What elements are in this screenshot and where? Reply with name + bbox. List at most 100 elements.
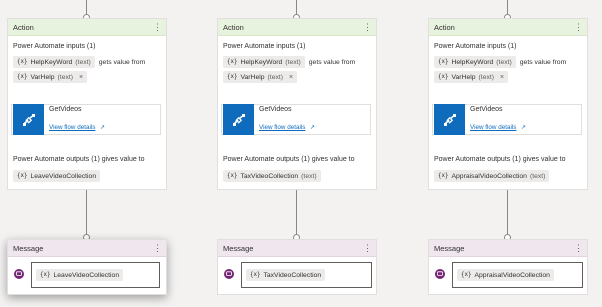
message-node[interactable]: Message ⋮ {x} LeaveVideoCollection xyxy=(7,239,167,295)
action-header: Action ⋮ xyxy=(8,19,166,36)
connector-middle xyxy=(507,190,508,238)
input-variable-type: (text) xyxy=(496,58,512,66)
variable-icon: {x} xyxy=(461,272,472,278)
gets-value-from-label: gets value from xyxy=(308,58,356,66)
source-variable-name: VarHelp xyxy=(30,73,55,81)
more-options-icon[interactable]: ⋮ xyxy=(574,22,583,32)
more-options-icon[interactable]: ⋮ xyxy=(153,243,162,253)
message-text-box[interactable]: {x} AppraisalVideoCollection xyxy=(452,262,583,288)
message-variable-chip[interactable]: {x} AppraisalVideoCollection xyxy=(457,269,554,281)
action-title: Action xyxy=(13,22,34,32)
open-external-icon: ↗ xyxy=(309,124,315,131)
message-node[interactable]: Message ⋮ {x} AppraisalVideoCollection xyxy=(428,239,588,295)
remove-icon[interactable]: × xyxy=(289,74,293,81)
message-header: Message ⋮ xyxy=(8,240,166,257)
output-variable-type: (text) xyxy=(301,172,317,180)
action-header: Action ⋮ xyxy=(429,19,587,36)
connector-middle xyxy=(86,190,87,238)
message-header: Message ⋮ xyxy=(429,240,587,257)
input-variable-chip[interactable]: {x} HelpKeyWord (text) xyxy=(223,56,305,68)
flow-name: GetVideos xyxy=(470,105,503,113)
view-flow-details-link[interactable]: View flow details xyxy=(259,124,305,131)
chat-message-icon xyxy=(435,269,445,279)
variable-icon: {x} xyxy=(17,74,28,80)
output-variable-chip[interactable]: {x} LeaveVideoCollection xyxy=(13,170,101,182)
source-variable-name: VarHelp xyxy=(240,73,265,81)
output-variable-name: LeaveVideoCollection xyxy=(30,172,97,180)
connector-middle xyxy=(296,190,297,238)
outputs-label: Power Automate outputs (1) gives value t… xyxy=(434,156,566,163)
power-automate-flow-icon xyxy=(13,104,44,135)
input-variable-chip[interactable]: {x} HelpKeyWord (text) xyxy=(434,56,516,68)
output-variable-type: (text) xyxy=(529,172,546,180)
gets-value-from-label: gets value from xyxy=(98,58,146,66)
input-variable-chip[interactable]: {x} HelpKeyWord (text) xyxy=(13,56,95,68)
variable-icon: {x} xyxy=(17,59,28,65)
message-variable-chip[interactable]: {x} LeaveVideoCollection xyxy=(36,269,124,281)
flow-name: GetVideos xyxy=(259,105,292,113)
inputs-label: Power Automate inputs (1) xyxy=(13,43,96,50)
action-header: Action ⋮ xyxy=(218,19,376,36)
variable-icon: {x} xyxy=(227,173,238,179)
chat-message-icon xyxy=(14,269,24,279)
action-title: Action xyxy=(434,22,455,32)
action-title: Action xyxy=(223,22,244,32)
message-title: Message xyxy=(13,243,44,253)
open-external-icon: ↗ xyxy=(520,124,526,131)
input-variable-type: (text) xyxy=(75,58,91,66)
view-flow-details-link[interactable]: View flow details xyxy=(470,124,516,131)
message-title: Message xyxy=(434,243,465,253)
output-variable-name: AppraisalVideoCollection xyxy=(451,172,527,180)
source-variable-type: (text) xyxy=(57,73,74,81)
flow-card[interactable]: GetVideos View flow details ↗ xyxy=(221,104,371,135)
power-automate-flow-icon xyxy=(223,104,254,135)
more-options-icon[interactable]: ⋮ xyxy=(363,243,372,253)
output-variable-chip[interactable]: {x} AppraisalVideoCollection (text) xyxy=(434,170,550,182)
variable-icon: {x} xyxy=(17,173,28,179)
open-external-icon: ↗ xyxy=(99,124,105,131)
remove-icon[interactable]: × xyxy=(79,74,83,81)
source-variable-name: VarHelp xyxy=(451,73,476,81)
chat-message-icon xyxy=(224,269,234,279)
variable-icon: {x} xyxy=(438,74,449,80)
message-header: Message ⋮ xyxy=(218,240,376,257)
input-variable-name: HelpKeyWord xyxy=(240,58,283,66)
source-variable-type: (text) xyxy=(478,73,495,81)
message-variable-chip[interactable]: {x} TaxVideoCollection xyxy=(246,269,326,281)
flow-card[interactable]: GetVideos View flow details ↗ xyxy=(11,104,161,135)
source-variable-type: (text) xyxy=(267,73,284,81)
variable-icon: {x} xyxy=(438,59,449,65)
inputs-label: Power Automate inputs (1) xyxy=(434,43,517,50)
message-text-box[interactable]: {x} LeaveVideoCollection xyxy=(31,262,160,288)
source-variable-chip[interactable]: {x} VarHelp (text) × xyxy=(13,71,88,83)
more-options-icon[interactable]: ⋮ xyxy=(574,243,583,253)
input-variable-name: HelpKeyWord xyxy=(451,58,494,66)
source-variable-chip[interactable]: {x} VarHelp (text) × xyxy=(223,71,298,83)
inputs-label: Power Automate inputs (1) xyxy=(223,43,306,50)
power-automate-flow-icon xyxy=(434,104,465,135)
remove-icon[interactable]: × xyxy=(500,74,504,81)
variable-icon: {x} xyxy=(40,272,51,278)
output-variable-chip[interactable]: {x} TaxVideoCollection (text) xyxy=(223,170,321,182)
variable-icon: {x} xyxy=(227,59,238,65)
message-text-box[interactable]: {x} TaxVideoCollection xyxy=(241,262,372,288)
message-variable-name: TaxVideoCollection xyxy=(263,271,322,279)
variable-icon: {x} xyxy=(227,74,238,80)
gets-value-from-label: gets value from xyxy=(519,58,567,66)
variable-icon: {x} xyxy=(438,173,449,179)
message-title: Message xyxy=(223,243,254,253)
more-options-icon[interactable]: ⋮ xyxy=(153,22,162,32)
more-options-icon[interactable]: ⋮ xyxy=(363,22,372,32)
source-variable-chip[interactable]: {x} VarHelp (text) × xyxy=(434,71,509,83)
message-variable-name: AppraisalVideoCollection xyxy=(474,271,550,279)
flow-name: GetVideos xyxy=(49,105,82,113)
input-variable-name: HelpKeyWord xyxy=(30,58,73,66)
flow-card[interactable]: GetVideos View flow details ↗ xyxy=(432,104,582,135)
view-flow-details-link[interactable]: View flow details xyxy=(49,124,95,131)
variable-icon: {x} xyxy=(250,272,261,278)
message-node[interactable]: Message ⋮ {x} TaxVideoCollection xyxy=(217,239,377,295)
outputs-label: Power Automate outputs (1) gives value t… xyxy=(13,156,145,163)
input-variable-type: (text) xyxy=(285,58,301,66)
output-variable-name: TaxVideoCollection xyxy=(240,172,299,180)
outputs-label: Power Automate outputs (1) gives value t… xyxy=(223,156,355,163)
